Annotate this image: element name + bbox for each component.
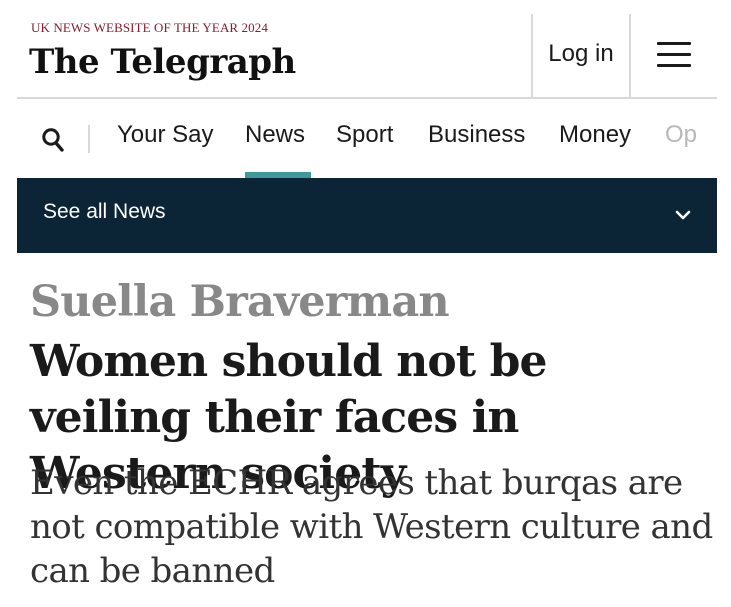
nav-divider [88, 125, 90, 153]
article-standfirst: Even the ECHR agrees that burqas are not… [30, 463, 713, 591]
nav-item-your-say[interactable]: Your Say [117, 121, 214, 149]
section-nav: Your Say News Sport Business Money Op [17, 101, 717, 178]
nav-item-business[interactable]: Business [428, 121, 525, 149]
chevron-down-icon [675, 210, 691, 220]
site-logo[interactable]: The Telegraph [29, 36, 296, 88]
hamburger-menu-icon[interactable] [657, 42, 691, 68]
article-kicker[interactable]: Suella Braverman [30, 277, 450, 327]
see-all-news-bar[interactable]: See all News [17, 178, 717, 253]
nav-item-sport[interactable]: Sport [336, 121, 393, 149]
login-label: Log in [548, 39, 614, 67]
nav-item-money[interactable]: Money [559, 121, 631, 149]
award-tagline: UK NEWS WEBSITE OF THE YEAR 2024 [31, 20, 268, 35]
nav-item-news[interactable]: News [245, 121, 305, 149]
see-all-news-label: See all News [43, 200, 166, 223]
search-icon[interactable] [41, 127, 65, 153]
site-header: UK NEWS WEBSITE OF THE YEAR 2024 The Tel… [17, 0, 717, 99]
nav-item-opinion[interactable]: Op [665, 121, 697, 149]
login-button[interactable]: Log in [531, 14, 631, 99]
